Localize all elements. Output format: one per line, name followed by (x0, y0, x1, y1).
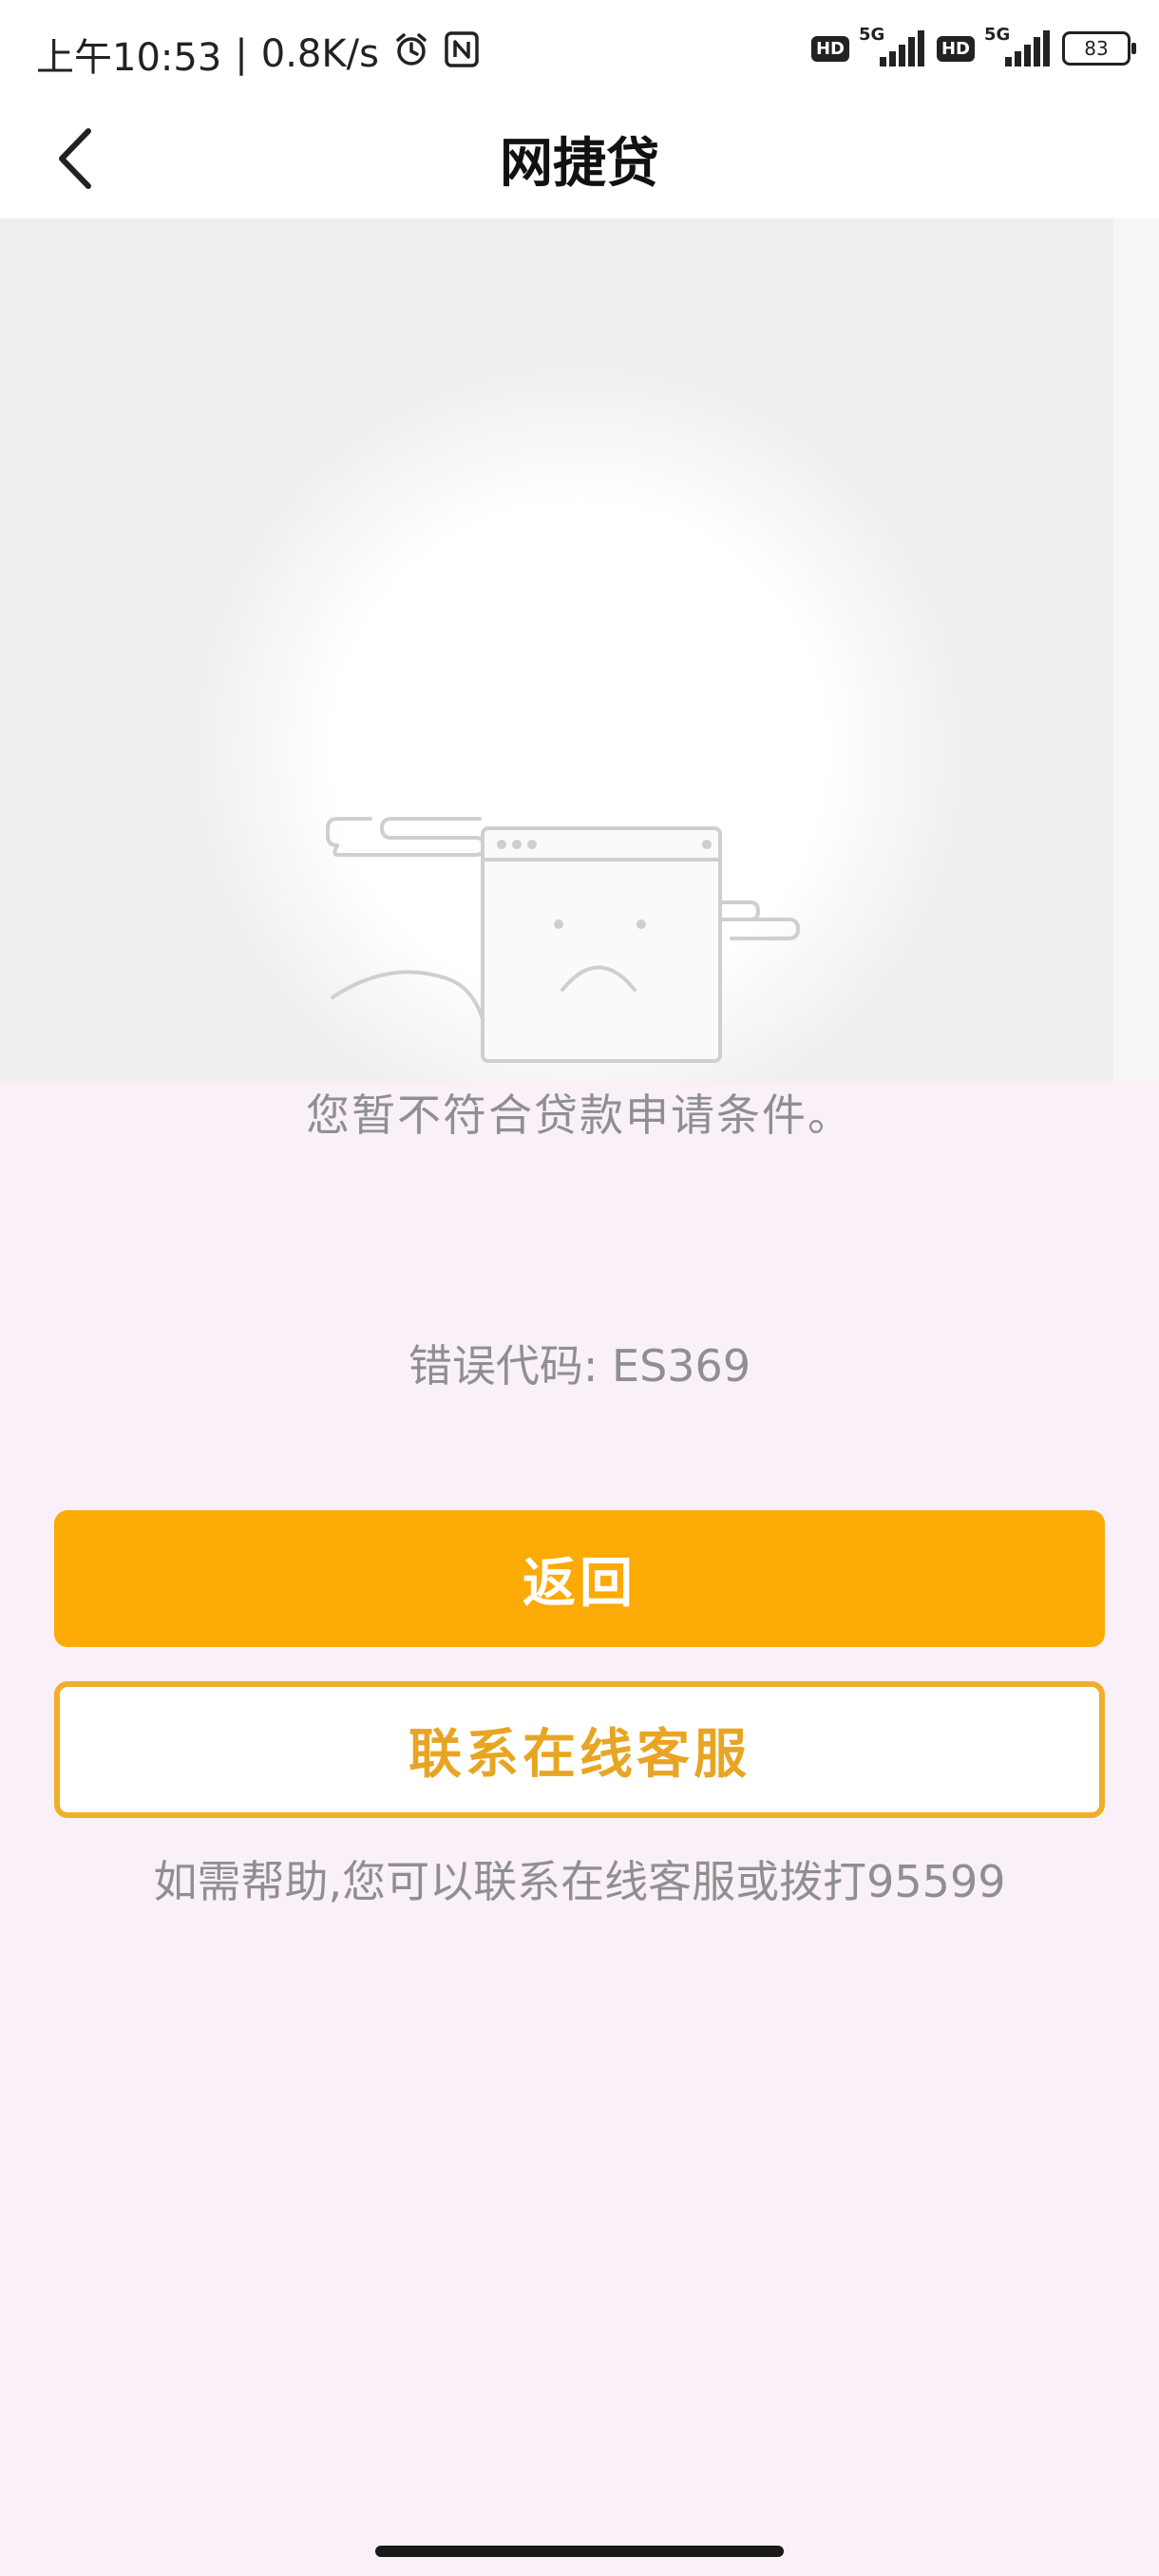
status-time: 上午10:53 (36, 36, 222, 80)
page-title: 网捷贷 (500, 133, 659, 195)
status-separator: | (235, 32, 248, 76)
signal-icon: 5G (984, 25, 1053, 68)
hd-badge: HD (810, 35, 849, 62)
hd-badge: HD (936, 35, 975, 62)
help-text: 如需帮助,您可以联系在线客服或拨打95599 (153, 1856, 1006, 1907)
contact-service-button[interactable]: 联系在线客服 (54, 1681, 1105, 1818)
signal-icon: 5G (859, 25, 927, 68)
status-right: HD 5G HD 5G 83 (810, 25, 1136, 68)
ineligible-message: 您暂不符合贷款申请条件。 (306, 1089, 853, 1141)
battery-icon: 83 (1062, 31, 1136, 66)
status-left: 上午10:53 | 0.8K/s (36, 27, 480, 82)
sad-browser-window-icon (326, 817, 800, 1063)
nav-bar: 网捷贷 (0, 100, 1159, 218)
illustration-panel (0, 218, 1113, 1083)
home-indicator[interactable] (375, 2546, 784, 2557)
error-code: 错误代码: ES369 (408, 1340, 751, 1392)
network-speed: 0.8K/s (260, 32, 379, 76)
battery-level: 83 (1084, 37, 1109, 60)
alarm-icon (392, 30, 430, 78)
return-button[interactable]: 返回 (54, 1510, 1105, 1647)
side-strip (1113, 218, 1159, 1083)
status-bar: 上午10:53 | 0.8K/s HD 5G HD 5G 83 (0, 0, 1159, 100)
nfc-icon (444, 30, 480, 78)
